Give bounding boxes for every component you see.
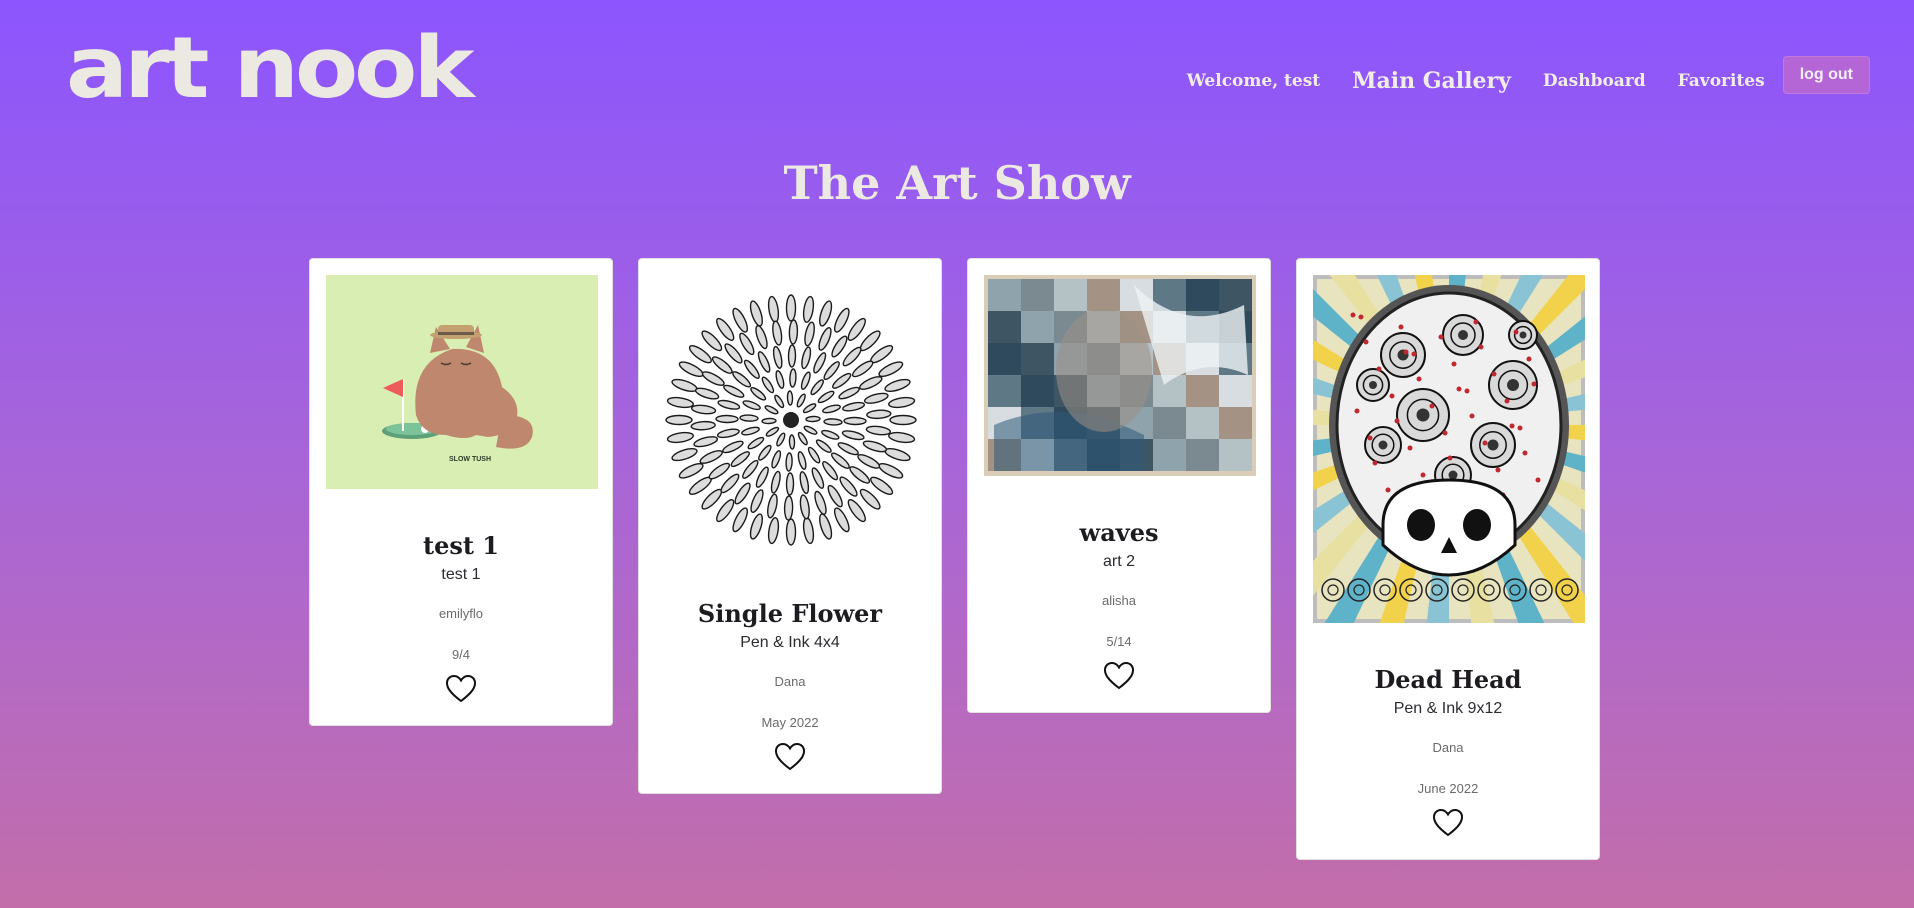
artwork-image[interactable]: [984, 275, 1256, 476]
site-header: art nook Welcome, test Main Gallery Dash…: [0, 0, 1914, 130]
card-date: June 2022: [1417, 781, 1479, 796]
cat-golf-illustration: SLOW TUSH: [326, 275, 598, 489]
card-date: 5/14: [1106, 634, 1132, 649]
card-date: May 2022: [761, 715, 819, 730]
page-title: The Art Show: [783, 156, 1131, 210]
logout-button[interactable]: log out: [1782, 56, 1870, 94]
nav-dashboard[interactable]: Dashboard: [1543, 71, 1646, 91]
card-title: waves: [1079, 518, 1159, 547]
art-card: waves art 2 alisha 5/14: [967, 258, 1271, 713]
heart-icon[interactable]: [1432, 808, 1464, 843]
nav-main-gallery[interactable]: Main Gallery: [1352, 68, 1511, 94]
card-artist: emilyflo: [438, 606, 484, 621]
main-nav: Welcome, test Main Gallery Dashboard Fav…: [1186, 56, 1870, 100]
card-artist: Dana: [1432, 740, 1464, 755]
nav-favorites[interactable]: Favorites: [1678, 71, 1765, 91]
card-artist: Dana: [774, 674, 806, 689]
artwork-image[interactable]: [655, 275, 927, 565]
art-gallery: SLOW TUSH test 1 test 1 emilyflo 9/4 Sin…: [309, 258, 1600, 860]
artwork-caption: SLOW TUSH: [449, 456, 491, 463]
card-description: Pen & Ink 4x4: [740, 634, 840, 651]
art-card: Single Flower Pen & Ink 4x4 Dana May 202…: [638, 258, 942, 794]
card-title: Single Flower: [697, 599, 883, 628]
card-description: art 2: [1102, 553, 1135, 570]
artwork-image[interactable]: [1313, 275, 1585, 623]
waves-portrait-painting: [984, 275, 1256, 476]
card-date: 9/4: [451, 647, 471, 662]
art-card: SLOW TUSH test 1 test 1 emilyflo 9/4: [309, 258, 613, 726]
card-title: Dead Head: [1374, 665, 1522, 694]
flower-drawing: [661, 290, 921, 550]
card-description: Pen & Ink 9x12: [1393, 700, 1503, 717]
dead-head-drawing: [1313, 275, 1585, 623]
card-description: test 1: [441, 566, 481, 583]
artwork-image[interactable]: SLOW TUSH: [326, 275, 598, 489]
welcome-text: Welcome, test: [1186, 71, 1321, 91]
site-logo[interactable]: art nook: [66, 26, 475, 111]
heart-icon[interactable]: [445, 674, 477, 709]
card-artist: alisha: [1102, 593, 1136, 608]
art-card: Dead Head Pen & Ink 9x12 Dana June 2022: [1296, 258, 1600, 860]
card-title: test 1: [422, 531, 499, 560]
heart-icon[interactable]: [774, 742, 806, 777]
heart-icon[interactable]: [1103, 661, 1135, 696]
